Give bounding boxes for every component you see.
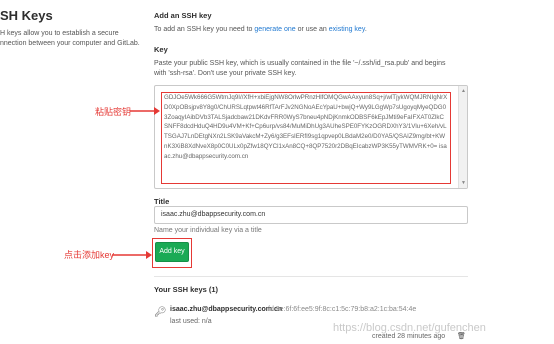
page-description: H keys allow you to establish a secure n… (0, 29, 150, 49)
textarea-scrollbar[interactable]: ▲ ▼ (458, 86, 467, 188)
key-icon: 🔑︎ (154, 307, 167, 318)
arrow-right-icon (112, 251, 152, 259)
watermark: https://blog.csdn.net/gufenchen (333, 322, 486, 334)
title-help-text: Name your individual key via a title (154, 227, 262, 234)
ssh-key-fingerprint: fd:9e:6f:6f:ee5:9f:8c:c1:5c:79:b8:a2:1c:… (268, 306, 417, 313)
click-add-annotation: 点击添加key (64, 250, 115, 260)
add-key-heading: Add an SSH key (154, 11, 212, 20)
intro-text: or use an (295, 26, 329, 33)
ssh-key-created: created 28 minutes ago (372, 333, 446, 340)
title-label: Title (154, 197, 170, 206)
title-input[interactable]: isaac.zhu@dbappsecurity.com.cn (154, 206, 468, 224)
intro-text: To add an SSH key you need to (154, 26, 255, 33)
key-label: Key (154, 45, 168, 54)
existing-key-link[interactable]: existing key (329, 26, 365, 33)
add-key-intro: To add an SSH key you need to generate o… (154, 26, 367, 33)
your-keys-heading: Your SSH keys (1) (154, 285, 219, 294)
key-textarea-content: GDJOe5Wk666G5WtmJq9I//XfH+xbiEjgNW8OrlwP… (161, 92, 451, 184)
scroll-up-icon[interactable]: ▲ (461, 88, 466, 94)
description-line: H keys allow you to establish a secure (0, 30, 119, 37)
generate-one-link[interactable]: generate one (254, 26, 295, 33)
arrow-right-icon (130, 107, 160, 115)
ssh-key-last-used: last used: n/a (170, 318, 212, 325)
add-key-button[interactable]: Add key (155, 242, 189, 262)
divider (154, 276, 468, 277)
intro-text: . (364, 26, 367, 33)
ssh-key-name-link[interactable]: isaac.zhu@dbappsecurity.com.cn (170, 306, 282, 313)
description-line: nnection between your computer and GitLa… (0, 40, 140, 47)
key-textarea[interactable]: GDJOe5Wk666G5WtmJq9I//XfH+xbiEjgNW8OrlwP… (154, 85, 468, 189)
paste-key-annotation: 粘贴密钥 (95, 107, 132, 117)
page-title: SH Keys (0, 8, 53, 23)
scroll-down-icon[interactable]: ▼ (461, 180, 466, 186)
key-help-text: Paste your public SSH key, which is usua… (154, 60, 446, 77)
